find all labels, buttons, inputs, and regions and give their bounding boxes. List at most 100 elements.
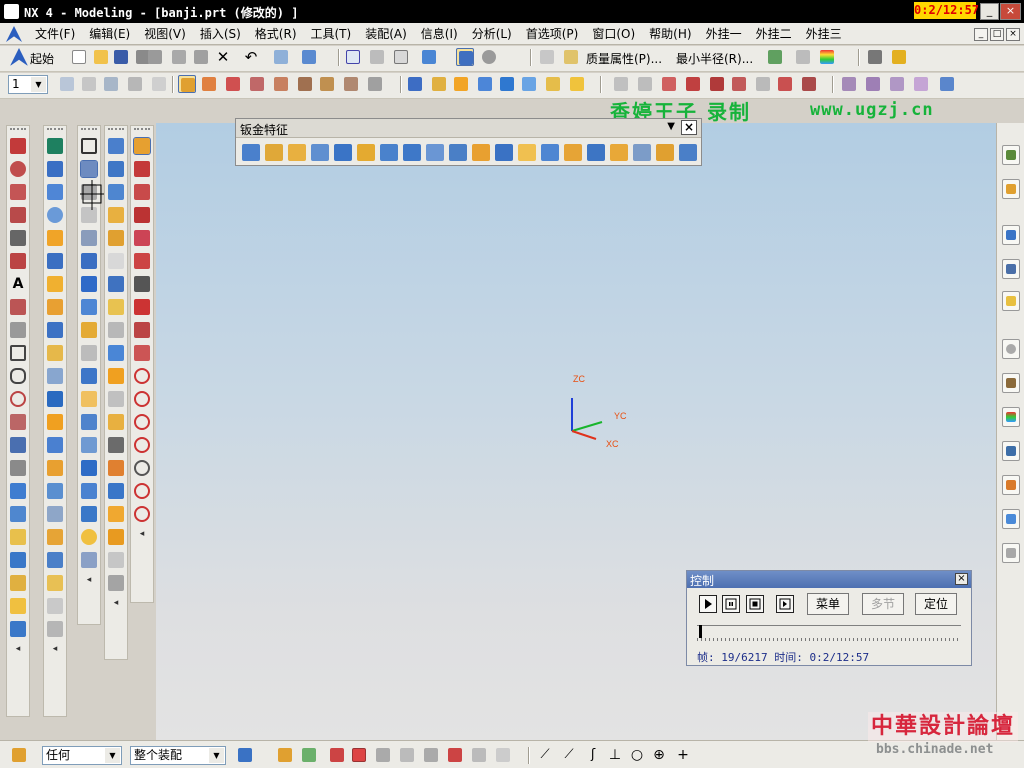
sketch-mirror-icon[interactable]: [134, 483, 150, 499]
pause-button[interactable]: [722, 595, 740, 613]
face-blend-icon[interactable]: [108, 391, 124, 407]
pocket-icon[interactable]: [47, 276, 63, 292]
start-icon[interactable]: [10, 48, 28, 66]
menu-plugin-1[interactable]: 外挂一: [699, 26, 749, 42]
snap-diagonal-icon[interactable]: ⟋: [560, 746, 578, 764]
sm-cutout-icon[interactable]: [380, 144, 398, 161]
groove-icon[interactable]: [47, 345, 63, 361]
project-curve-icon[interactable]: [10, 506, 26, 522]
curve-spline-icon[interactable]: [612, 75, 630, 93]
offset-surface-icon[interactable]: [108, 322, 124, 338]
hole-icon[interactable]: [47, 230, 63, 246]
split-body-icon[interactable]: [47, 575, 63, 591]
doc-minimize-button[interactable]: _: [974, 28, 988, 41]
sketch-point-icon[interactable]: [134, 437, 150, 453]
scale-body-icon[interactable]: [47, 621, 63, 637]
sketch-project-icon[interactable]: [134, 506, 150, 522]
sm-rebend-icon[interactable]: [541, 144, 559, 161]
circle-icon[interactable]: [10, 184, 26, 200]
toolbar-more-icon[interactable]: ◂: [44, 644, 66, 654]
arc-center-icon[interactable]: [374, 746, 392, 764]
feature-shell-icon[interactable]: [568, 75, 586, 93]
sm-tab-icon[interactable]: [587, 144, 605, 161]
cylinder-icon[interactable]: [47, 368, 63, 384]
mid-point-icon[interactable]: [300, 746, 318, 764]
intersection-icon[interactable]: [350, 746, 368, 764]
new-file-icon[interactable]: [70, 48, 88, 66]
ruled-surface-icon[interactable]: [108, 138, 124, 154]
stop-button[interactable]: [746, 595, 764, 613]
roles-icon[interactable]: [1002, 475, 1020, 495]
mirror-icon[interactable]: [81, 230, 97, 246]
styled-blend-icon[interactable]: [108, 437, 124, 453]
offset-curve-icon[interactable]: [10, 483, 26, 499]
palette-icon[interactable]: [1002, 407, 1020, 427]
layer-settings-icon[interactable]: [58, 75, 76, 93]
toolbar-more-icon[interactable]: ◂: [7, 644, 29, 654]
paste-icon[interactable]: [192, 48, 210, 66]
curve-analysis-icon[interactable]: [794, 48, 812, 66]
snap-center-icon[interactable]: ⊕: [650, 746, 668, 764]
surface-extend-icon[interactable]: [912, 75, 930, 93]
surface-through-icon[interactable]: [840, 75, 858, 93]
menu-view[interactable]: 视图(V): [137, 26, 193, 42]
sm-gusset-icon[interactable]: [449, 144, 467, 161]
sheet-to-solid-icon[interactable]: [108, 506, 124, 522]
copy-icon[interactable]: [170, 48, 188, 66]
curve-bridge-icon[interactable]: [660, 75, 678, 93]
datum-axis-icon[interactable]: [80, 160, 98, 178]
profile-icon[interactable]: [134, 161, 150, 177]
playback-slider-thumb[interactable]: [699, 625, 702, 638]
shell-icon[interactable]: [47, 506, 63, 522]
cell-icon[interactable]: [81, 552, 97, 568]
sm-joggle-icon[interactable]: [311, 144, 329, 161]
sm-lofted-icon[interactable]: [633, 144, 651, 161]
wrap-geometry-icon[interactable]: [81, 368, 97, 384]
soft-blend-icon[interactable]: [108, 414, 124, 430]
toolbar-more-icon[interactable]: ◂: [131, 529, 153, 539]
menu-plugin-2[interactable]: 外挂二: [749, 26, 799, 42]
patch-icon[interactable]: [81, 345, 97, 361]
sketch-line-icon[interactable]: [134, 184, 150, 200]
wcs-display-icon[interactable]: [318, 75, 336, 93]
subtract-icon[interactable]: [81, 276, 97, 292]
polyline-icon[interactable]: [10, 253, 26, 269]
shaded-icon[interactable]: [456, 48, 474, 66]
window-close-button[interactable]: ×: [1000, 3, 1021, 20]
work-layer-select[interactable]: 1 ▼: [8, 75, 48, 94]
toolbar-more-icon[interactable]: ◂: [78, 575, 100, 585]
bounding-box-icon[interactable]: [494, 746, 512, 764]
swept-icon[interactable]: [108, 207, 124, 223]
snap-cross-icon[interactable]: +: [674, 746, 692, 764]
play-button[interactable]: [699, 595, 717, 613]
datum-plane-icon[interactable]: [81, 138, 97, 154]
assembly-navigator-icon[interactable]: [1002, 145, 1020, 165]
part-navigator-icon[interactable]: [1002, 179, 1020, 199]
wcs-orient-icon[interactable]: [272, 75, 290, 93]
sketch-rectangle-icon[interactable]: [134, 322, 150, 338]
sm-unbend-icon[interactable]: [518, 144, 536, 161]
ball-icon[interactable]: [81, 529, 97, 545]
sm-relief-icon[interactable]: [472, 144, 490, 161]
sheet-metal-close-button[interactable]: ×: [681, 120, 697, 135]
curve-project-icon[interactable]: [754, 75, 772, 93]
polygon-icon[interactable]: [10, 368, 26, 384]
quadrant-icon[interactable]: [398, 746, 416, 764]
menu-help[interactable]: 帮助(H): [642, 26, 698, 42]
sketch-fillet-icon[interactable]: [134, 299, 150, 315]
info-window-icon[interactable]: [1002, 373, 1020, 393]
control-panel-header[interactable]: 控制 ×: [687, 571, 971, 588]
arc-icon[interactable]: [10, 161, 26, 177]
feature-slot-icon[interactable]: [520, 75, 538, 93]
sm-hole-icon[interactable]: [334, 144, 352, 161]
menu-file[interactable]: 文件(F): [28, 26, 82, 42]
spline-icon[interactable]: [10, 230, 26, 246]
type-filter-select[interactable]: 任何 ▼: [42, 746, 122, 765]
edit-selection-icon[interactable]: [300, 48, 318, 66]
curve-corner-icon[interactable]: [730, 75, 748, 93]
sheet-metal-toolbar-header[interactable]: 钣金特征 ▼ ×: [236, 119, 701, 138]
clock-icon[interactable]: [1002, 339, 1020, 359]
mass-properties-button[interactable]: 质量属性(P)...: [586, 50, 662, 67]
wrap-curve-icon[interactable]: [10, 575, 26, 591]
undo-icon[interactable]: ↶: [242, 48, 260, 66]
